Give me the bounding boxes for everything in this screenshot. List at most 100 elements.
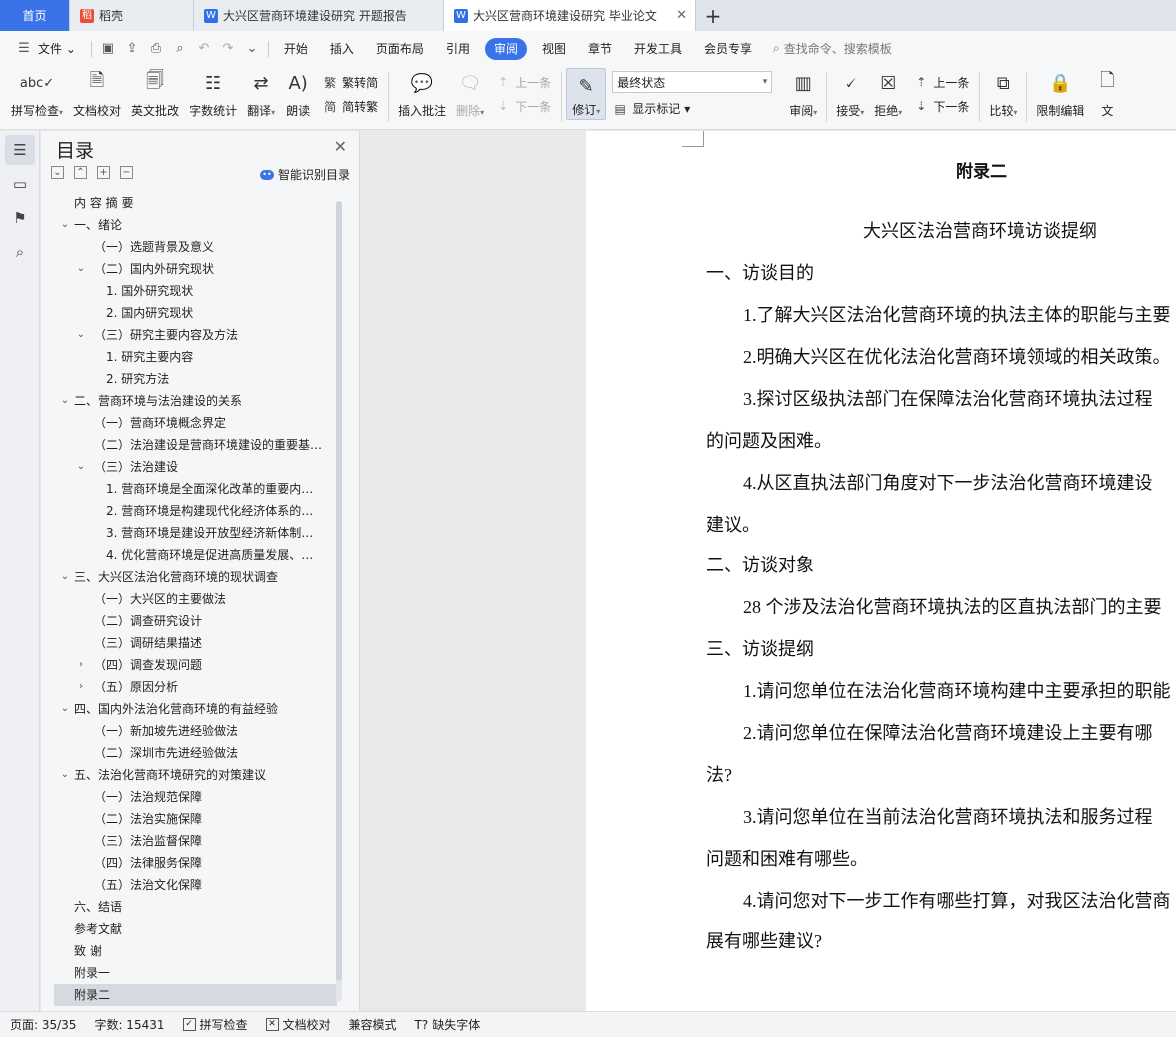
toc-panel-icon[interactable]: ☰	[5, 135, 35, 165]
simp-to-trad-button[interactable]: 简简转繁	[322, 98, 378, 115]
markup-state-select[interactable]: 最终状态 ▾	[612, 71, 773, 93]
toc-item[interactable]: （四）法律服务保障	[54, 852, 337, 874]
menu-insert[interactable]: 插入	[319, 38, 365, 60]
next-comment-button[interactable]: ⇣ 下一条	[495, 98, 551, 115]
print-icon[interactable]: ⎙	[146, 39, 166, 59]
reject-button[interactable]: ☒ 拒绝▾	[869, 66, 907, 130]
close-icon[interactable]: ✕	[676, 8, 687, 23]
smart-toc-button[interactable]: •• 智能识别目录	[259, 166, 350, 183]
undo-icon[interactable]: ↶	[194, 39, 214, 59]
trad-to-simp-button[interactable]: 繁繁转简	[322, 74, 378, 91]
share-icon[interactable]: ⇪	[122, 39, 142, 59]
toc-item[interactable]: 附录一	[54, 962, 337, 984]
chapter-panel-icon[interactable]: ▭	[5, 169, 35, 199]
toc-item[interactable]: （二）调查研究设计	[54, 610, 337, 632]
command-search[interactable]: ⌕ 查找命令、搜索模板	[773, 40, 892, 57]
expand-all-icon[interactable]: ⌃	[74, 166, 87, 179]
toc-item[interactable]: ⌄ 四、国内外法治化营商环境的有益经验	[54, 698, 337, 720]
redo-icon[interactable]: ↷	[218, 39, 238, 59]
toc-item[interactable]: ⌄ 三、大兴区法治化营商环境的现状调查	[54, 566, 337, 588]
doc-check-button[interactable]: 🗎 文档校对	[68, 66, 126, 130]
spell-check-toggle[interactable]: ✓ 拼写检查	[182, 1016, 248, 1033]
tab-opening-report[interactable]: W 大兴区营商环境建设研究 开题报告	[194, 0, 444, 31]
toc-item[interactable]: 2. 国内研究现状	[54, 302, 337, 324]
translate-button[interactable]: ⇄ 翻译▾	[242, 66, 280, 130]
toc-item-selected[interactable]: 附录二	[54, 984, 337, 1006]
toc-item[interactable]: （一）新加坡先进经验做法	[54, 720, 337, 742]
save-icon[interactable]: ▣	[98, 39, 118, 59]
toc-item[interactable]: ⌄ 一、绪论	[54, 214, 337, 236]
chevron-down-icon[interactable]: ⌄	[74, 324, 88, 346]
doc-check-toggle[interactable]: ✕ 文档校对	[265, 1016, 331, 1033]
missing-font-button[interactable]: T? 缺失字体	[415, 1016, 481, 1033]
toc-item[interactable]: （一）大兴区的主要做法	[54, 588, 337, 610]
menu-view[interactable]: 视图	[531, 38, 577, 60]
review-pane-button[interactable]: ▥ 审阅▾	[784, 66, 822, 130]
toc-item[interactable]: （一）营商环境概念界定	[54, 412, 337, 434]
toc-item[interactable]: 2. 营商环境是构建现代化经济体系的…	[54, 500, 337, 522]
prev-comment-button[interactable]: ⇡ 上一条	[495, 74, 551, 91]
scrollbar-thumb[interactable]	[336, 201, 342, 981]
chevron-down-icon[interactable]: ⌄	[58, 214, 72, 236]
tab-thesis[interactable]: W 大兴区营商环境建设研究 毕业论文 ✕	[444, 0, 696, 31]
toc-item[interactable]: 1. 研究主要内容	[54, 346, 337, 368]
toc-item[interactable]: ⌄ （三）法治建设	[54, 456, 337, 478]
word-count[interactable]: 字数: 15431	[94, 1016, 164, 1033]
toc-item[interactable]: 六、结语	[54, 896, 337, 918]
toc-item[interactable]: 4. 优化营商环境是促进高质量发展、…	[54, 544, 337, 566]
chevron-down-icon[interactable]: ⌄	[58, 764, 72, 786]
compare-button[interactable]: ⧉ 比较▾	[984, 66, 1022, 130]
menu-references[interactable]: 引用	[435, 38, 481, 60]
chevron-down-icon[interactable]: ⌄	[74, 456, 88, 478]
add-heading-icon[interactable]: +	[97, 166, 110, 179]
read-aloud-button[interactable]: A) 朗读	[280, 66, 316, 130]
toc-item[interactable]: （二）法治建设是营商环境建设的重要基…	[54, 434, 337, 456]
toc-item[interactable]: 内 容 摘 要	[54, 192, 337, 214]
toc-item[interactable]: 致 谢	[54, 940, 337, 962]
toc-item[interactable]: 参考文献	[54, 918, 337, 940]
toc-item[interactable]: （三）调研结果描述	[54, 632, 337, 654]
delete-comment-button[interactable]: 🗨 删除▾	[451, 66, 489, 130]
insert-comment-button[interactable]: 💬 插入批注	[393, 66, 451, 130]
toc-item[interactable]: 2. 研究方法	[54, 368, 337, 390]
hamburger-menu-icon[interactable]: ☰	[14, 39, 34, 59]
prev-change-button[interactable]: ⇡ 上一条	[913, 74, 969, 91]
toc-item[interactable]: ⌄ 五、法治化营商环境研究的对策建议	[54, 764, 337, 786]
page-indicator[interactable]: 页面: 35/35	[10, 1016, 76, 1033]
toc-item[interactable]: ⌄ 二、营商环境与法治建设的关系	[54, 390, 337, 412]
english-review-button[interactable]: 🗐 英文批改	[126, 66, 184, 130]
quick-access-dropdown-icon[interactable]: ⌄	[242, 39, 262, 59]
menu-member[interactable]: 会员专享	[693, 38, 763, 60]
chevron-down-icon[interactable]: ⌄	[58, 698, 72, 720]
chevron-right-icon[interactable]: ›	[74, 676, 88, 698]
menu-review[interactable]: 审阅	[484, 37, 527, 60]
toc-item[interactable]: （一）选题背景及意义	[54, 236, 337, 258]
toc-item[interactable]: （一）法治规范保障	[54, 786, 337, 808]
chevron-down-icon[interactable]: ⌄	[58, 390, 72, 412]
file-menu[interactable]: 文件 ⌄	[36, 38, 87, 60]
menu-developer[interactable]: 开发工具	[623, 38, 693, 60]
accept-button[interactable]: 🗸 接受▾	[831, 66, 869, 130]
new-tab-plus-icon[interactable]: +	[696, 0, 730, 31]
toc-item[interactable]: （二）深圳市先进经验做法	[54, 742, 337, 764]
remove-heading-icon[interactable]: −	[120, 166, 133, 179]
print-preview-icon[interactable]: ⌕	[170, 39, 190, 59]
collapse-all-icon[interactable]: ⌄	[51, 166, 64, 179]
search-icon[interactable]: ⌕	[5, 237, 35, 267]
menu-page-layout[interactable]: 页面布局	[365, 38, 435, 60]
tab-daoke[interactable]: 稻稻壳	[70, 0, 194, 31]
show-markup-button[interactable]: ▤ 显示标记 ▾	[612, 100, 772, 117]
toc-item[interactable]: › （四）调查发现问题	[54, 654, 337, 676]
toc-item[interactable]: 1. 国外研究现状	[54, 280, 337, 302]
chevron-down-icon[interactable]: ⌄	[74, 258, 88, 280]
menu-chapter[interactable]: 章节	[577, 38, 623, 60]
next-change-button[interactable]: ⇣ 下一条	[913, 98, 969, 115]
toc-item[interactable]: （五）法治文化保障	[54, 874, 337, 896]
document-permission-button[interactable]: 🗋 文	[1089, 66, 1120, 130]
chevron-right-icon[interactable]: ›	[74, 654, 88, 676]
tab-home[interactable]: 首页	[0, 0, 70, 31]
menu-start[interactable]: 开始	[273, 38, 319, 60]
toc-item[interactable]: ⌄ （三）研究主要内容及方法	[54, 324, 337, 346]
toc-item[interactable]: ⌄ （二）国内外研究现状	[54, 258, 337, 280]
toc-item[interactable]: › （五）原因分析	[54, 676, 337, 698]
